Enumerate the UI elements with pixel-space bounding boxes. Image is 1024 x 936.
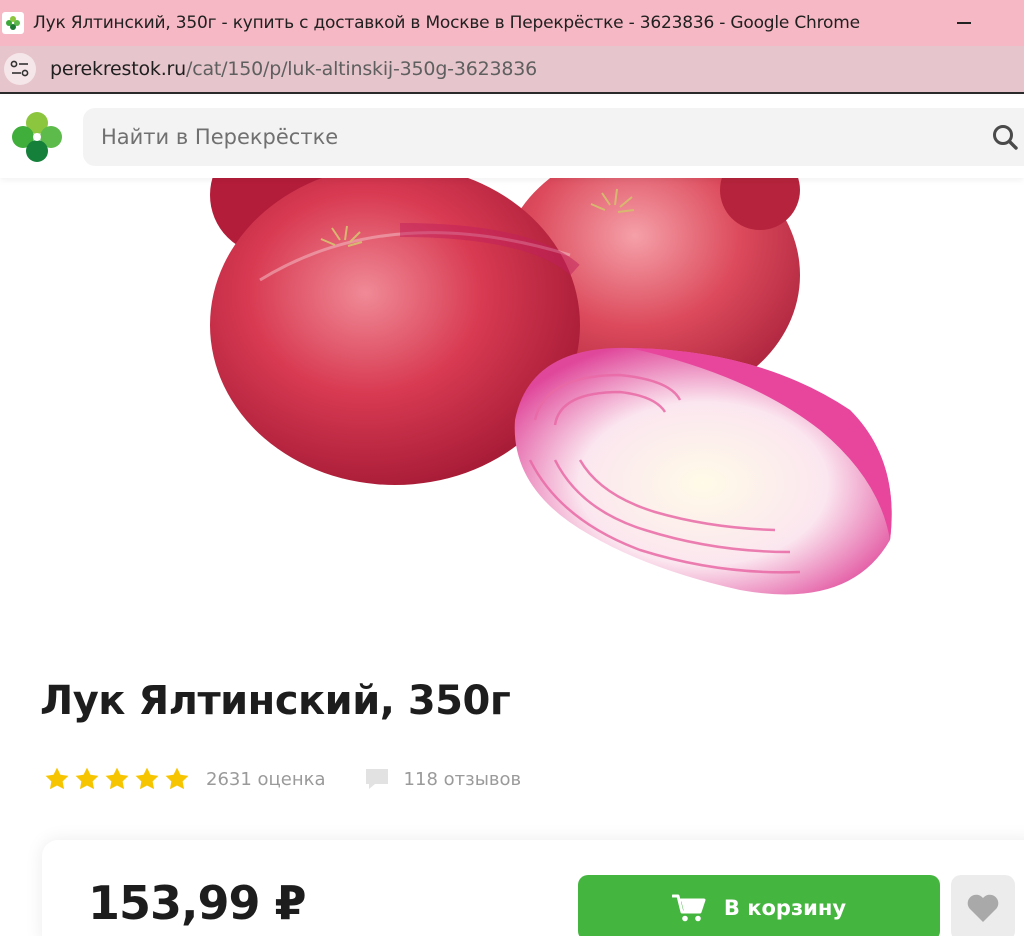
add-to-cart-label: В корзину	[723, 896, 847, 920]
url-field[interactable]: perekrestok.ru/cat/150/p/luk-altinskij-3…	[50, 58, 537, 80]
url-path: /cat/150/p/luk-altinskij-350g-3623836	[186, 58, 538, 80]
rating-count: 2631 оценка	[206, 768, 326, 790]
star-icon	[165, 767, 189, 790]
search-box[interactable]	[83, 108, 1024, 166]
url-domain: perekrestok.ru	[50, 58, 186, 80]
perekrestok-logo-icon[interactable]	[10, 110, 64, 164]
product-title: Лук Ялтинский, 350г	[40, 678, 511, 724]
comment-icon	[365, 769, 388, 789]
reviews-count: 118 отзывов	[403, 768, 522, 790]
site-info-icon	[10, 60, 29, 77]
reviews-link[interactable]: 118 отзывов	[364, 766, 522, 792]
cart-icon	[671, 894, 706, 922]
star-icon	[135, 767, 159, 790]
star-icon	[75, 767, 99, 790]
star-icon	[105, 767, 129, 790]
minimize-icon	[957, 22, 971, 24]
search-icon[interactable]	[991, 123, 1019, 151]
site-header	[0, 96, 1024, 178]
perekrestok-favicon-icon	[2, 12, 24, 34]
site-info-button[interactable]	[4, 53, 36, 85]
rating-stars[interactable]	[44, 766, 190, 792]
minimize-button[interactable]	[948, 8, 980, 38]
product-image	[210, 160, 892, 595]
star-icon	[45, 767, 69, 790]
browser-title-bar: Лук Ялтинский, 350г - купить с доставкой…	[0, 0, 1024, 46]
search-input[interactable]	[101, 125, 961, 149]
favorite-button[interactable]	[951, 875, 1015, 936]
address-bar: perekrestok.ru/cat/150/p/luk-altinskij-3…	[0, 46, 1024, 94]
window-edge	[1016, 0, 1024, 46]
heart-icon	[967, 894, 999, 922]
add-to-cart-button[interactable]: В корзину	[578, 875, 940, 936]
rating-row: 2631 оценка 118 отзывов	[44, 762, 521, 796]
window-title: Лук Ялтинский, 350г - купить с доставкой…	[33, 13, 860, 33]
product-price: 153,99 ₽	[88, 876, 307, 930]
